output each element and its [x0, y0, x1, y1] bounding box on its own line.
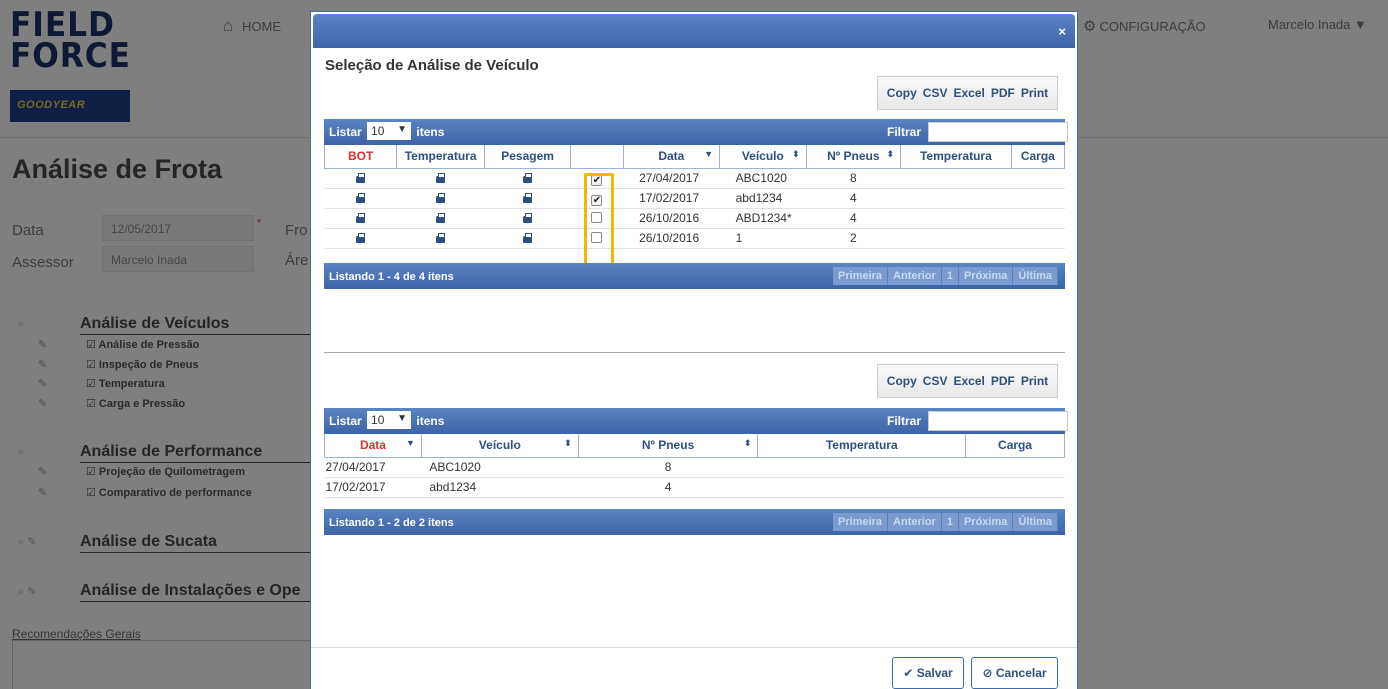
csv-button[interactable]: CSV [923, 374, 948, 388]
prev-page-button[interactable]: Anterior [888, 513, 942, 531]
cancel-button[interactable]: ⊘ Cancelar [971, 657, 1058, 689]
filter-label: Filtrar [887, 414, 922, 428]
last-page-button[interactable]: Última [1013, 267, 1058, 285]
pagination: Primeira Anterior 1 Próxima Última [833, 267, 1058, 285]
save-button[interactable]: ✔ Salvar [892, 657, 964, 689]
table-toolbar: Listar 10 ▼ itens Filtrar [324, 408, 1068, 434]
page-size-select[interactable]: 10 ▼ [367, 411, 412, 430]
col-pneus[interactable]: Nº Pneus ⬍ [577, 434, 759, 458]
col-data[interactable]: Data ▼ [622, 145, 721, 169]
vehicle-analysis-modal: × Seleção de Análise de Veículo Copy CSV… [310, 11, 1078, 689]
printer-icon[interactable] [523, 193, 533, 203]
page-1-button[interactable]: 1 [941, 513, 959, 531]
col-veiculo[interactable]: Veículo ⬍ [420, 434, 579, 458]
col-pesagem[interactable]: Pesagem [483, 145, 572, 169]
table-footer: Listando 1 - 2 de 2 itens Primeira Anter… [324, 509, 1065, 535]
filter-input[interactable] [928, 411, 1068, 431]
sort-icon: ⬍ [886, 149, 895, 159]
listing-info: Listando 1 - 4 de 4 itens [329, 271, 454, 283]
modal-footer-divider [311, 647, 1077, 648]
sort-desc-icon: ▼ [704, 149, 714, 159]
close-icon[interactable]: × [1058, 24, 1066, 39]
col-carga[interactable]: Carga [965, 434, 1065, 458]
table-row: 17/02/2017 abd1234 4 [324, 477, 1065, 498]
section-divider [324, 352, 1065, 353]
printer-icon[interactable] [436, 173, 446, 183]
printer-icon[interactable] [436, 213, 446, 223]
table-row: 26/10/2016 1 2 [324, 228, 1065, 249]
col-temperatura[interactable]: Temperatura [396, 145, 485, 169]
filter-label: Filtrar [887, 125, 922, 139]
checkbox-highlight [584, 173, 614, 266]
last-page-button[interactable]: Última [1013, 513, 1058, 531]
page-size-select[interactable]: 10 ▼ [367, 122, 412, 141]
page-1-button[interactable]: 1 [941, 267, 959, 285]
col-pneus[interactable]: Nº Pneus ⬍ [805, 145, 902, 169]
table-row: 26/10/2016 ABD1234* 4 [324, 208, 1065, 229]
selection-table: BOT Temperatura Pesagem Data ▼ Veículo ⬍ N… [323, 145, 1066, 249]
col-temperatura[interactable]: Temperatura [757, 434, 967, 458]
printer-icon[interactable] [356, 233, 366, 243]
printer-icon[interactable] [356, 213, 366, 223]
caret-down-icon: ▼ [397, 124, 408, 136]
printer-icon[interactable] [356, 193, 366, 203]
sort-desc-icon: ▼ [406, 438, 415, 448]
pagination: Primeira Anterior 1 Próxima Última [833, 513, 1058, 531]
sort-icon: ⬍ [564, 438, 572, 448]
printer-icon[interactable] [436, 233, 446, 243]
next-page-button[interactable]: Próxima [958, 513, 1014, 531]
printer-icon[interactable] [436, 193, 446, 203]
col-select [570, 145, 624, 169]
excel-button[interactable]: Excel [953, 374, 984, 388]
col-veiculo[interactable]: Veículo ⬍ [719, 145, 807, 169]
next-page-button[interactable]: Próxima [958, 267, 1014, 285]
pdf-button[interactable]: PDF [991, 86, 1015, 100]
copy-button[interactable]: Copy [887, 374, 917, 388]
printer-icon[interactable] [523, 173, 533, 183]
prev-page-button[interactable]: Anterior [888, 267, 942, 285]
printer-icon[interactable] [356, 173, 366, 183]
printer-icon[interactable] [523, 213, 533, 223]
caret-down-icon: ▼ [397, 413, 408, 425]
excel-button[interactable]: Excel [953, 86, 984, 100]
filter-input[interactable] [928, 122, 1068, 142]
export-buttons: Copy CSV Excel PDF Print [877, 364, 1058, 398]
csv-button[interactable]: CSV [923, 86, 948, 100]
listing-info: Listando 1 - 2 de 2 itens [329, 517, 454, 529]
copy-button[interactable]: Copy [887, 86, 917, 100]
table-footer: Listando 1 - 4 de 4 itens Primeira Anter… [324, 263, 1065, 289]
check-icon: ✔ [903, 666, 914, 680]
col-data[interactable]: Data ▼ [324, 434, 422, 458]
modal-header: × [313, 14, 1075, 48]
table-row: ✔ 17/02/2017 abd1234 4 [324, 188, 1065, 209]
table-toolbar: Listar 10 ▼ itens Filtrar [324, 119, 1068, 145]
cancel-icon: ⊘ [982, 666, 993, 680]
table-row: ✔ 27/04/2017 ABC1020 8 [324, 168, 1065, 189]
table-row: 27/04/2017 ABC1020 8 [324, 457, 1065, 478]
sort-icon: ⬍ [743, 438, 752, 448]
col-bot[interactable]: BOT [323, 145, 398, 169]
col-temperatura-2[interactable]: Temperatura [900, 145, 1012, 169]
pdf-button[interactable]: PDF [991, 374, 1015, 388]
col-carga[interactable]: Carga [1010, 145, 1066, 169]
first-page-button[interactable]: Primeira [833, 513, 889, 531]
selected-table: Data ▼ Veículo ⬍ Nº Pneus ⬍ Temperatura Car… [324, 434, 1065, 498]
printer-icon[interactable] [523, 233, 533, 243]
modal-title: Seleção de Análise de Veículo [325, 57, 539, 74]
print-button[interactable]: Print [1021, 86, 1048, 100]
first-page-button[interactable]: Primeira [833, 267, 889, 285]
print-button[interactable]: Print [1021, 374, 1048, 388]
export-buttons: Copy CSV Excel PDF Print [877, 76, 1058, 110]
sort-icon: ⬍ [792, 149, 800, 159]
